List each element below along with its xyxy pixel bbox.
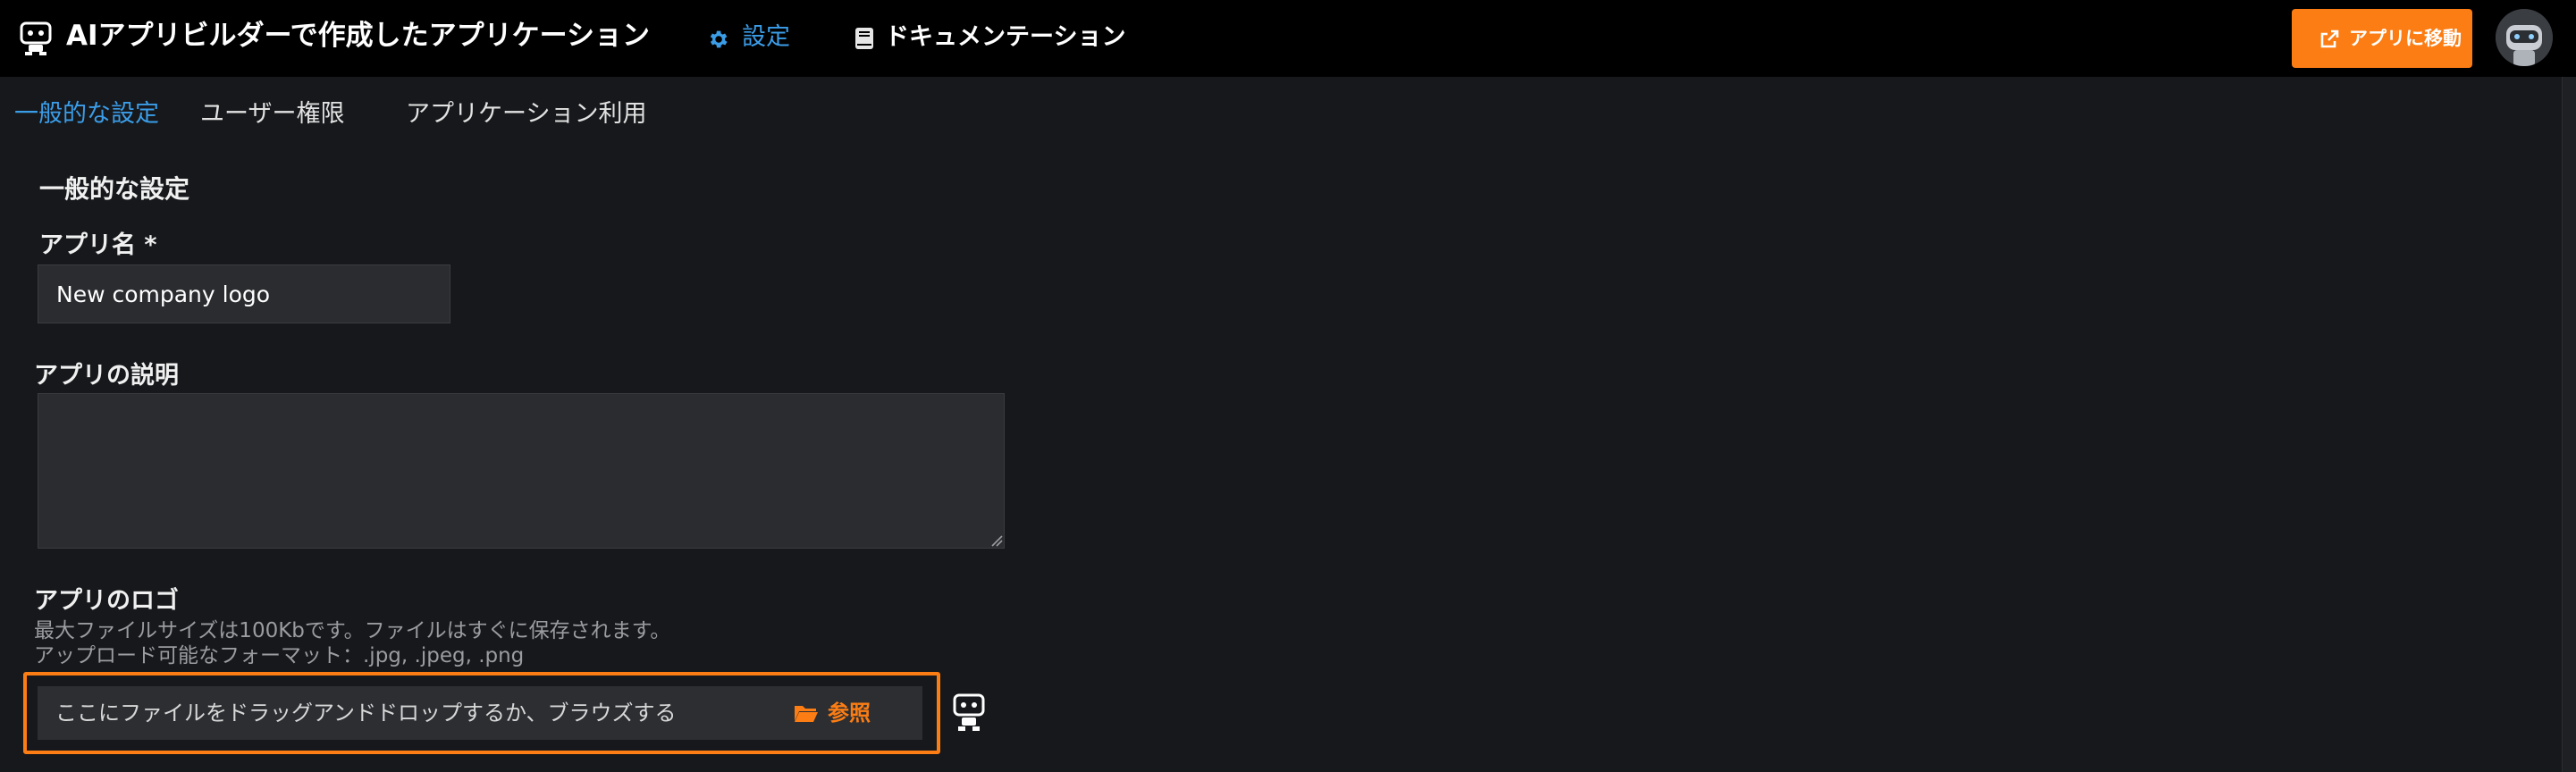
app-description-textarea[interactable] xyxy=(38,393,1005,549)
logo-drop-zone[interactable]: ここにファイルをドラッグアンドドロップするか、ブラウズする 参照 xyxy=(38,686,922,740)
nav-docs-label: ドキュメンテーション xyxy=(885,23,1126,51)
user-avatar[interactable] xyxy=(2496,9,2553,66)
folder-open-icon xyxy=(795,706,818,722)
page-scrollbar[interactable] xyxy=(2562,77,2576,772)
app-name-label: アプリ名 * xyxy=(39,231,157,259)
top-bar: AIアプリビルダーで作成したアプリケーション 設定 ドキュメンテーション アプリ… xyxy=(0,0,2576,77)
external-link-icon xyxy=(2320,29,2339,48)
browse-label: 参照 xyxy=(828,701,871,726)
tab-user-permissions[interactable]: ユーザー権限 xyxy=(200,96,344,132)
drop-zone-text: ここにファイルをドラッグアンドドロップするか、ブラウズする xyxy=(55,701,677,726)
logo-format-hint: アップロード可能なフォーマット：.jpg, .jpeg, .png xyxy=(34,644,525,667)
goto-app-label: アプリに移動 xyxy=(2349,28,2462,49)
app-name-input[interactable] xyxy=(38,264,450,323)
gear-icon xyxy=(710,30,728,48)
robot-logo-icon xyxy=(953,693,985,731)
app-description-label: アプリの説明 xyxy=(34,362,179,390)
robot-icon xyxy=(20,21,52,55)
resize-grip-icon[interactable] xyxy=(989,533,1003,547)
app-title: AIアプリビルダーで作成したアプリケーション xyxy=(66,20,651,52)
app-logo-label: アプリのロゴ xyxy=(34,587,179,615)
settings-tabs: 一般的な設定 ユーザー権限 アプリケーション利用 xyxy=(0,77,2562,148)
tab-app-usage[interactable]: アプリケーション利用 xyxy=(406,96,646,132)
tab-general-settings[interactable]: 一般的な設定 xyxy=(14,96,159,132)
robot-avatar-icon xyxy=(2496,9,2553,66)
nav-settings-label: 設定 xyxy=(742,23,790,51)
book-icon xyxy=(855,28,873,49)
goto-app-button[interactable]: アプリに移動 xyxy=(2292,9,2472,68)
section-title: 一般的な設定 xyxy=(39,174,190,204)
